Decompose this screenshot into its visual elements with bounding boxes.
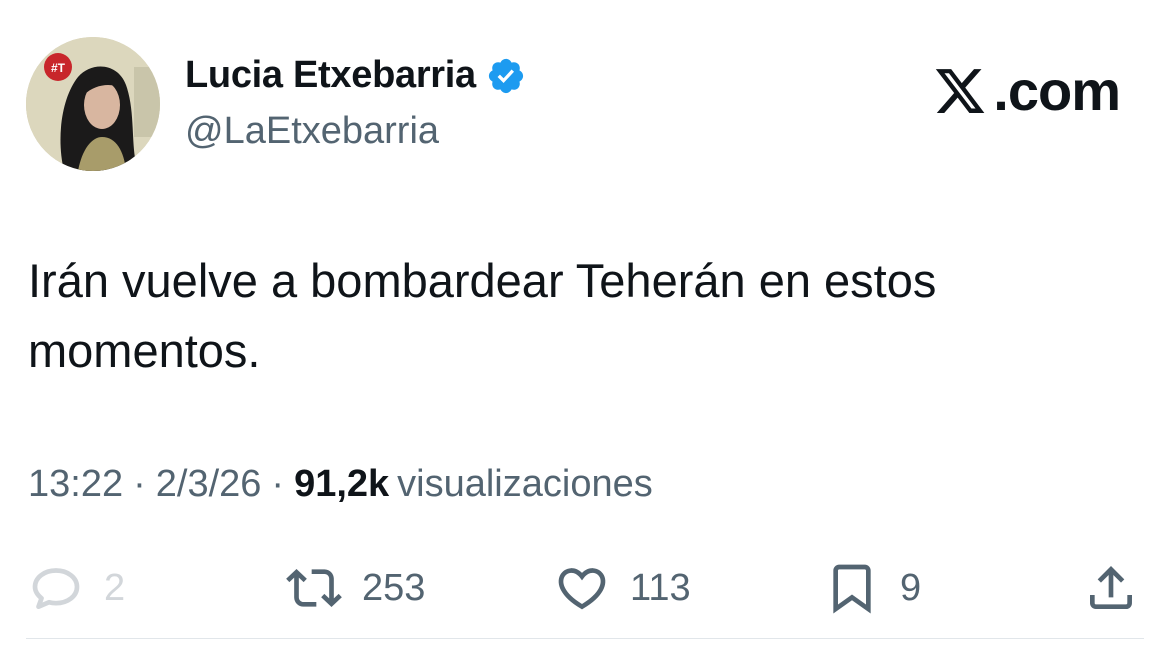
author-name-text[interactable]: Lucia Etxebarria [185, 54, 476, 97]
x-logo-icon [936, 68, 985, 113]
meta-separator: · [133, 463, 146, 505]
tweet-text: Irán vuelve a bombardear Teherán en esto… [28, 254, 937, 377]
bookmark-button[interactable]: 9 [824, 560, 921, 616]
bookmark-icon [833, 564, 871, 614]
share-icon [1090, 566, 1132, 609]
brand: .com [931, 58, 1121, 123]
like-count: 113 [630, 566, 691, 609]
tweet-meta: 13:22 · 2/3/26 · 91,2k visualizaciones [28, 463, 653, 506]
avatar-badge-text: #T [51, 61, 66, 75]
tweet-date[interactable]: 2/3/26 [156, 463, 262, 506]
reply-count: 2 [104, 566, 126, 609]
retweet-icon [286, 569, 342, 607]
avatar-image: #T [26, 37, 160, 171]
share-button[interactable] [1083, 560, 1139, 616]
tweet-time[interactable]: 13:22 [28, 463, 123, 506]
bookmark-count: 9 [900, 566, 922, 609]
verified-badge-icon [486, 56, 526, 96]
heart-icon [558, 568, 606, 610]
divider [26, 638, 1144, 639]
author-name[interactable]: Lucia Etxebarria [185, 54, 526, 97]
views-label: visualizaciones [397, 463, 653, 505]
like-button[interactable]: 113 [554, 560, 691, 616]
reply-button[interactable]: 2 [28, 560, 125, 616]
meta-separator: · [271, 463, 285, 505]
retweet-button[interactable]: 253 [286, 560, 425, 616]
brand-domain: .com [993, 59, 1121, 122]
author-handle[interactable]: @LaEtxebarria [185, 110, 439, 153]
action-bar: 2 253 113 9 [28, 560, 1140, 620]
reply-icon [32, 568, 80, 609]
views[interactable]: 91,2k visualizaciones [294, 463, 653, 506]
avatar[interactable]: #T [26, 37, 160, 171]
views-count: 91,2k [294, 463, 390, 505]
retweet-count: 253 [362, 566, 426, 609]
